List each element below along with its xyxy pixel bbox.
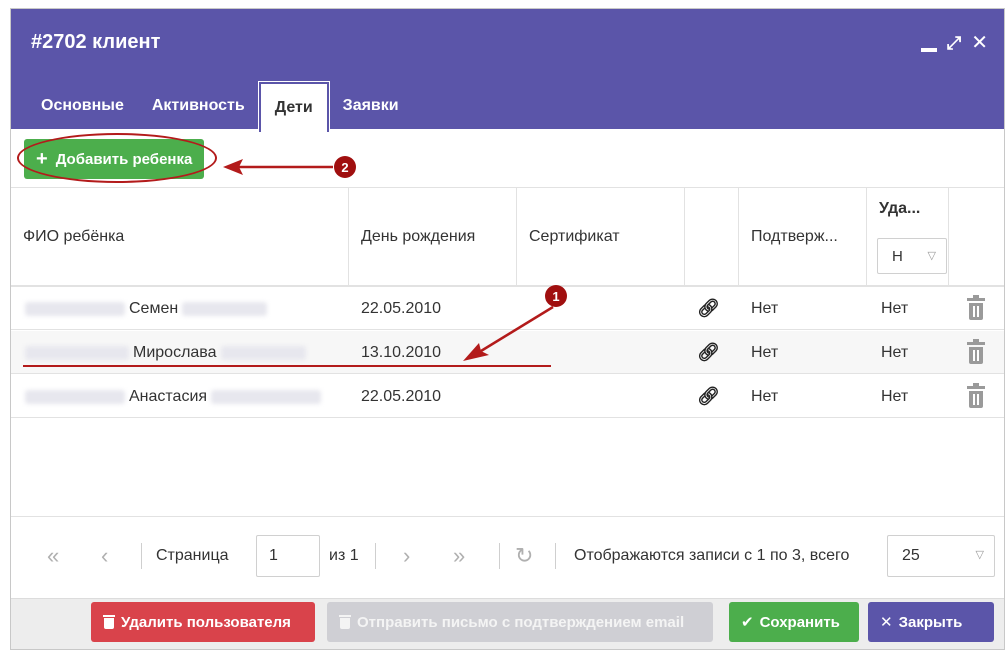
redacted-text: [25, 345, 129, 360]
tab-activity[interactable]: Активность: [138, 82, 259, 129]
table-row[interactable]: Анастасия 22.05.2010 🔗︎ Нет Нет: [11, 375, 1004, 418]
divider: [499, 543, 500, 569]
annotation-arrow-2: [223, 159, 333, 175]
cell-deleted: Нет: [881, 299, 909, 317]
divider: [141, 543, 142, 569]
cell-deleted: Нет: [881, 387, 909, 405]
link-icon[interactable]: 🔗︎: [697, 375, 720, 418]
cell-name: Семен: [25, 287, 268, 330]
cell-name: Анастасия: [25, 375, 322, 418]
col-birthday-header[interactable]: День рождения: [349, 188, 517, 285]
send-confirmation-email-button[interactable]: Отправить письмо с подтверждением email: [327, 602, 713, 642]
col-certificate-label: Сертификат: [529, 227, 620, 245]
check-icon: ✔: [741, 614, 754, 631]
tab-main[interactable]: Основные: [27, 82, 138, 129]
chevron-down-icon: ▽: [975, 549, 984, 561]
close-button[interactable]: ✕ Закрыть: [868, 602, 994, 642]
trash-icon[interactable]: [967, 331, 985, 374]
cell-birthday: 13.10.2010: [361, 343, 442, 361]
deleted-filter-select[interactable]: Н ▽: [877, 238, 947, 274]
cell-birthday: 22.05.2010: [361, 299, 442, 317]
child-first-name: Анастасия: [129, 387, 208, 405]
trash-icon[interactable]: [967, 375, 985, 418]
page-size-value: 25: [902, 547, 920, 564]
tab-requests[interactable]: Заявки: [329, 82, 413, 129]
redacted-text: [220, 345, 306, 360]
trash-icon[interactable]: [967, 287, 985, 330]
delete-user-label: Удалить пользователя: [121, 613, 291, 631]
col-deleted-label: Уда...: [879, 200, 921, 217]
dialog-header: #2702 клиент ⤢ ✕ Основные Активность Дет…: [11, 9, 1004, 133]
close-label: Закрыть: [898, 613, 963, 631]
grid-header: ФИО ребёнка День рождения Сертификат Под…: [11, 187, 1004, 287]
save-button[interactable]: ✔ Сохранить: [729, 602, 859, 642]
redacted-text: [25, 301, 125, 316]
chevron-down-icon: ▽: [927, 250, 936, 262]
tab-bar: Основные Активность Дети Заявки: [27, 81, 413, 133]
grid-toolbar: + Добавить ребенка 2: [11, 129, 1004, 187]
save-label: Сохранить: [759, 613, 840, 631]
col-confirmed-label: Подтверж...: [751, 227, 838, 245]
annotation-badge-1: 1: [545, 285, 567, 307]
redacted-text: [182, 301, 268, 316]
window-controls: ⤢ ✕: [920, 33, 988, 53]
tab-children[interactable]: Дети: [257, 81, 330, 133]
col-name-header[interactable]: ФИО ребёнка: [11, 188, 349, 285]
dialog-footer: Удалить пользователя Отправить письмо с …: [11, 598, 1004, 649]
next-page-icon[interactable]: ›: [403, 545, 410, 567]
page-count: из 1: [329, 547, 359, 564]
cell-name: Мирослава: [25, 331, 306, 374]
client-dialog: #2702 клиент ⤢ ✕ Основные Активность Дет…: [10, 8, 1005, 650]
col-certificate-header[interactable]: Сертификат: [517, 188, 685, 285]
col-name-label: ФИО ребёнка: [23, 227, 125, 245]
dialog-title: #2702 клиент: [31, 31, 161, 53]
child-first-name: Семен: [129, 299, 179, 317]
trash-icon: [103, 615, 115, 629]
page-label: Страница: [156, 547, 229, 564]
cell-confirmed: Нет: [751, 343, 779, 361]
prev-page-icon[interactable]: ‹: [101, 545, 108, 567]
divider: [375, 543, 376, 569]
cell-deleted: Нет: [881, 343, 909, 361]
col-birthday-label: День рождения: [361, 227, 476, 245]
redacted-text: [25, 389, 125, 404]
col-confirmed-header[interactable]: Подтверж...: [739, 188, 867, 285]
col-link-header: [685, 188, 739, 285]
trash-icon: [339, 615, 351, 629]
child-first-name: Мирослава: [133, 343, 217, 361]
link-icon[interactable]: 🔗︎: [697, 331, 720, 374]
close-icon: ✕: [880, 614, 893, 631]
first-page-icon[interactable]: «: [47, 545, 59, 567]
maximize-icon[interactable]: ⤢: [947, 34, 961, 52]
link-icon[interactable]: 🔗︎: [697, 287, 720, 330]
annotation-badge-2: 2: [334, 156, 356, 178]
minimize-icon[interactable]: [920, 48, 937, 52]
close-icon[interactable]: ✕: [971, 33, 988, 53]
records-info: Отображаются записи с 1 по 3, всего: [574, 547, 850, 564]
pagination-bar: « ‹ Страница 1 из 1 › » ↻ Отображаются з…: [11, 516, 1004, 598]
redacted-text: [211, 389, 322, 404]
refresh-icon[interactable]: ↻: [515, 545, 533, 567]
page-size-select[interactable]: 25 ▽: [887, 535, 995, 577]
send-email-label: Отправить письмо с подтверждением email: [357, 613, 685, 631]
cell-confirmed: Нет: [751, 299, 779, 317]
delete-user-button[interactable]: Удалить пользователя: [91, 602, 315, 642]
last-page-icon[interactable]: »: [453, 545, 465, 567]
page-input-value: 1: [269, 547, 278, 564]
divider: [555, 543, 556, 569]
cell-confirmed: Нет: [751, 387, 779, 405]
deleted-filter-value: Н: [892, 247, 903, 265]
page-input[interactable]: 1: [256, 535, 320, 577]
cell-birthday: 22.05.2010: [361, 387, 442, 405]
